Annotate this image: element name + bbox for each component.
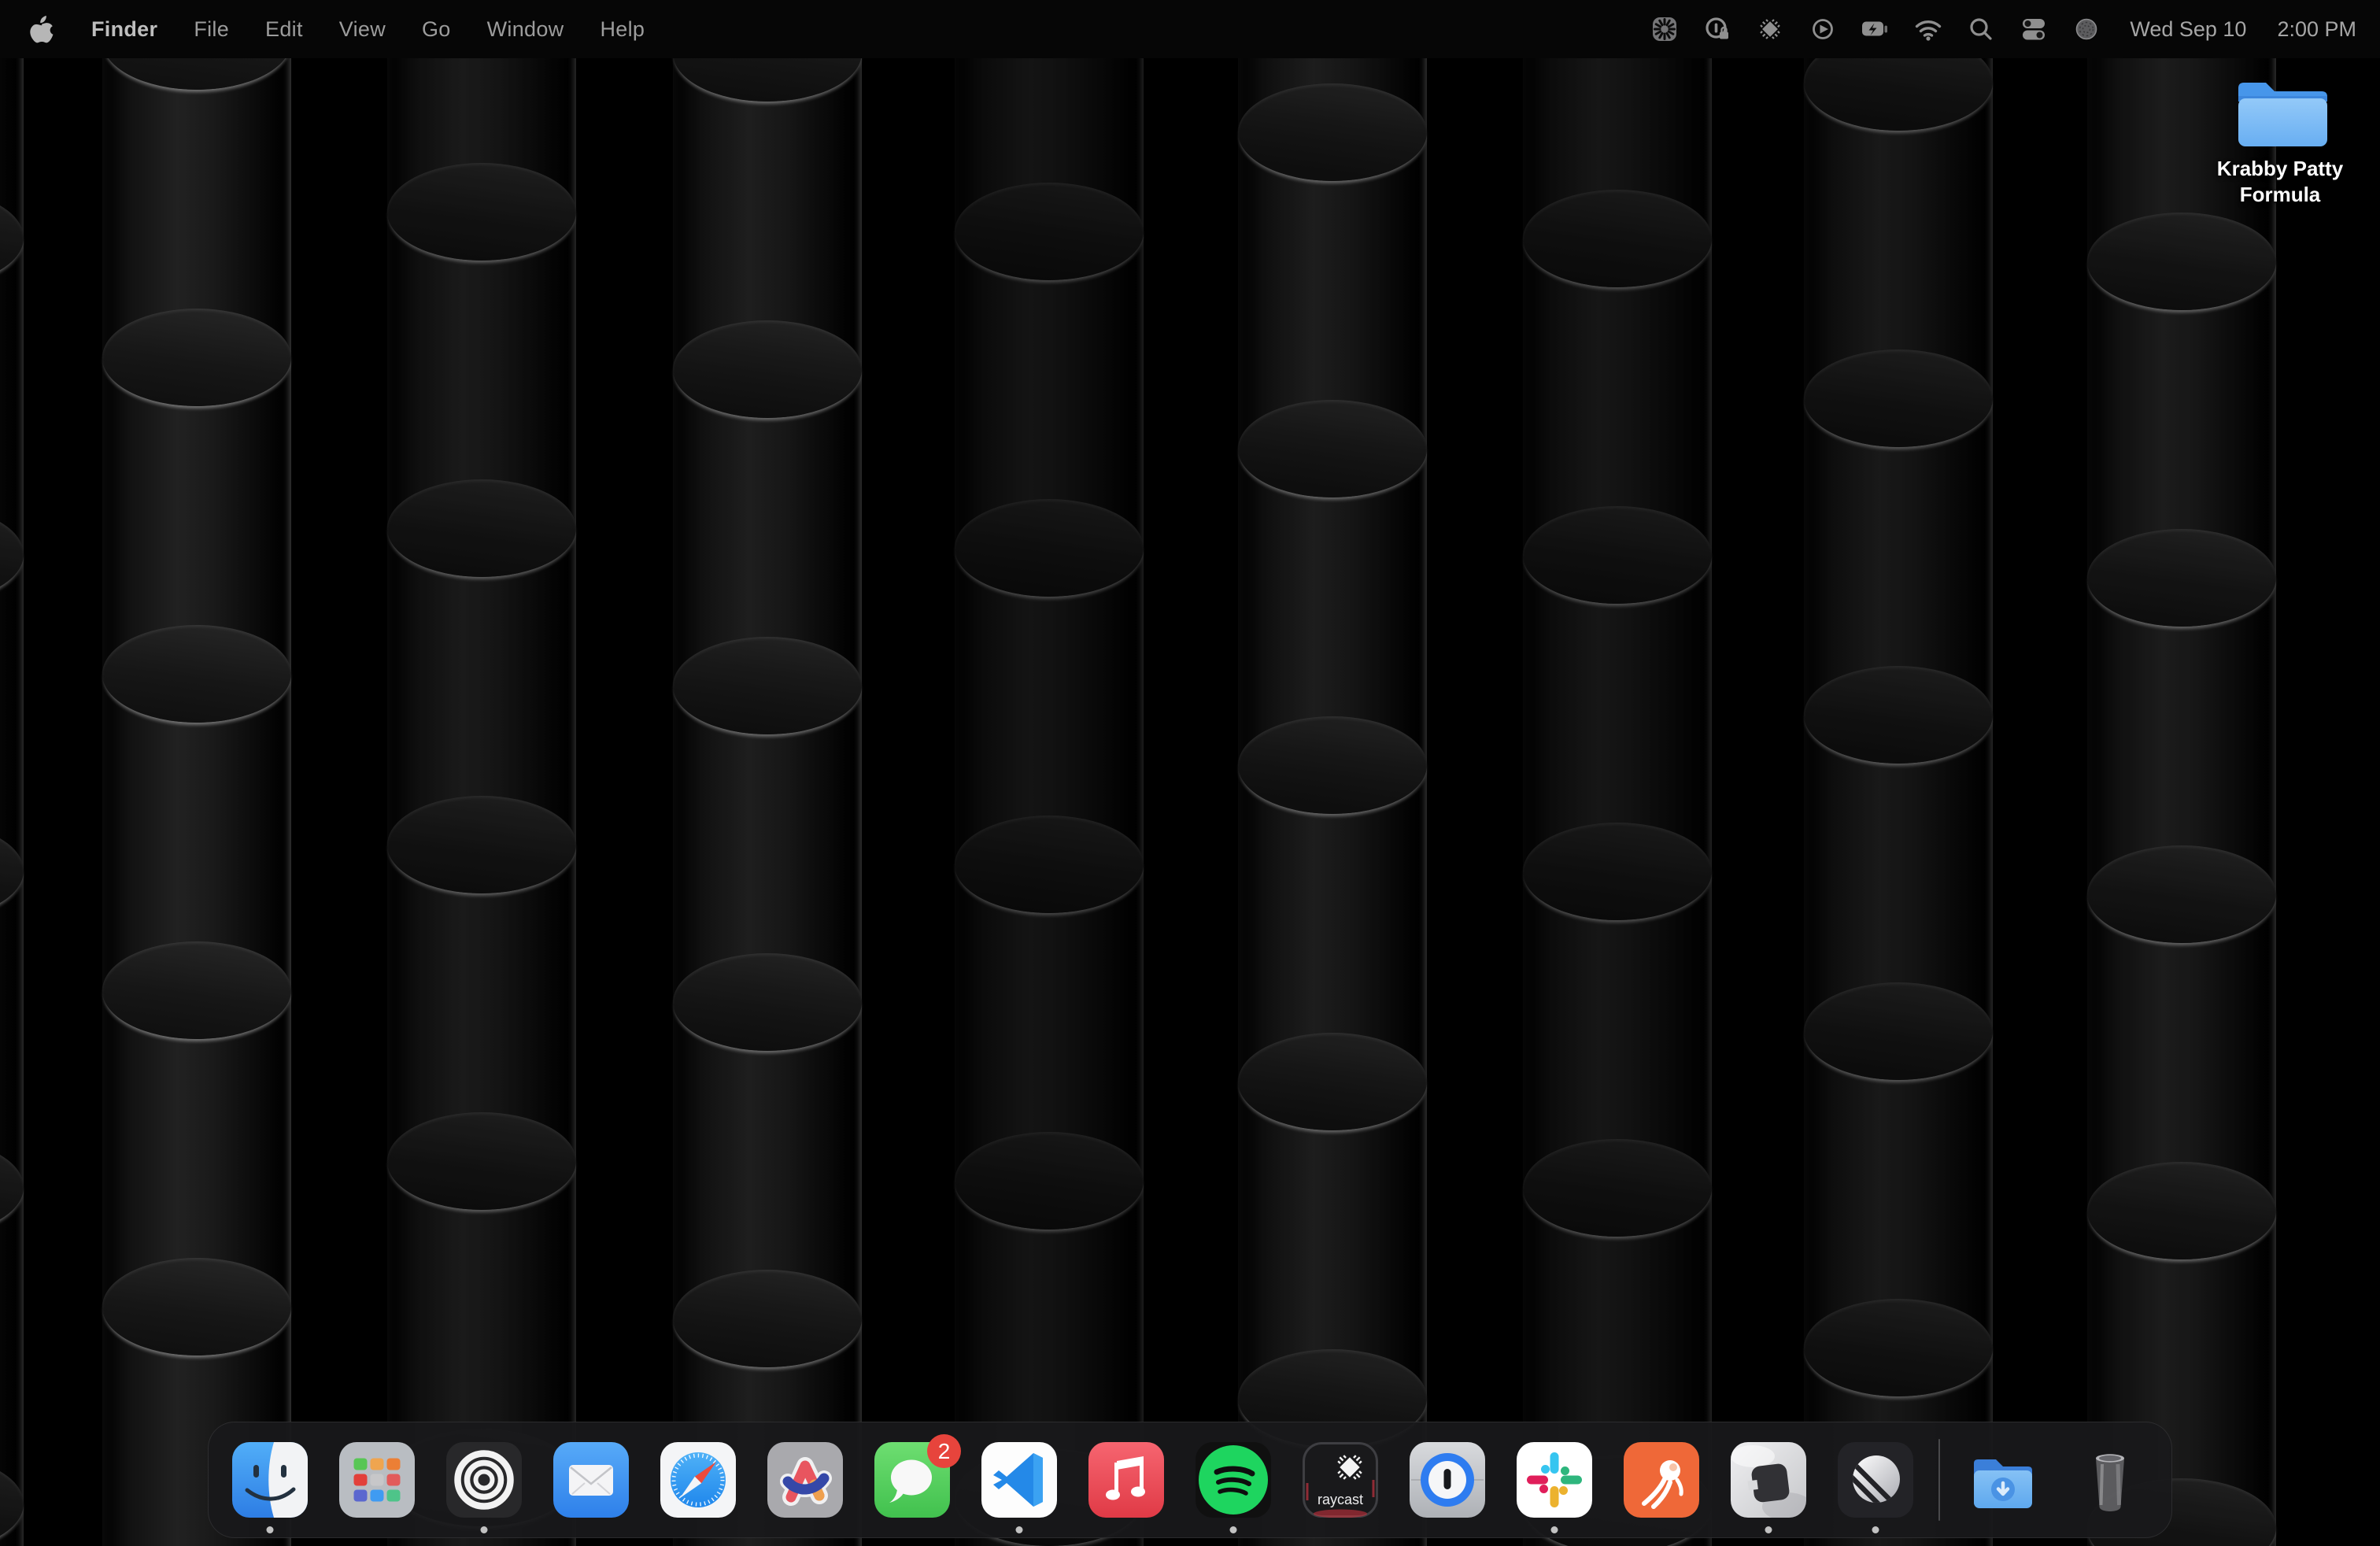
running-indicator xyxy=(1230,1526,1237,1533)
battery-menu-icon[interactable] xyxy=(1860,13,1891,45)
apple-menu[interactable] xyxy=(28,14,55,44)
spotify-icon xyxy=(1196,1442,1271,1518)
arc-browser-icon xyxy=(767,1442,843,1518)
dock-app-messages[interactable]: 2 xyxy=(874,1442,950,1518)
postman-icon xyxy=(1624,1442,1699,1518)
apple-logo-icon xyxy=(28,14,55,44)
apple-music-icon xyxy=(1088,1442,1164,1518)
wallpaper xyxy=(0,0,2380,1546)
running-indicator xyxy=(1765,1526,1772,1533)
menu-file[interactable]: File xyxy=(194,17,229,42)
screen-studio-icon xyxy=(1731,1442,1806,1518)
dock-app-linear[interactable] xyxy=(1838,1442,1913,1518)
wallpaper-column xyxy=(0,0,24,1546)
dock-app-vscode[interactable] xyxy=(981,1442,1057,1518)
wallpaper-column xyxy=(1804,0,1993,1546)
messages-badge: 2 xyxy=(927,1434,961,1468)
wallpaper-column xyxy=(2087,0,2276,1546)
running-indicator xyxy=(267,1526,274,1533)
now-playing-menu-icon[interactable] xyxy=(1807,13,1839,45)
wallpaper-column xyxy=(1238,0,1427,1546)
raycast-icon: raycast xyxy=(1303,1442,1378,1518)
dock: 2 xyxy=(208,1422,2172,1538)
linear-icon xyxy=(1838,1442,1913,1518)
running-indicator xyxy=(1551,1526,1558,1533)
dock-app-launchpad[interactable] xyxy=(339,1442,415,1518)
concentric-rings-icon xyxy=(446,1442,522,1518)
textured-sphere-menu-icon[interactable] xyxy=(2071,13,2102,45)
dock-app-finder[interactable] xyxy=(232,1442,308,1518)
vscode-icon xyxy=(981,1442,1057,1518)
menu-window[interactable]: Window xyxy=(487,17,564,42)
spotlight-search-menu-icon[interactable] xyxy=(1965,13,1997,45)
slack-icon xyxy=(1517,1442,1592,1518)
running-indicator xyxy=(1016,1526,1023,1533)
menu-bar: Finder File Edit View Go Window Help xyxy=(0,0,2380,58)
launchpad-icon xyxy=(339,1442,415,1518)
menu-bar-left: Finder File Edit View Go Window Help xyxy=(28,14,645,44)
dock-trash[interactable] xyxy=(2072,1442,2148,1518)
raycast-label: raycast xyxy=(1318,1492,1363,1507)
downloads-folder-icon xyxy=(1965,1442,2041,1518)
dock-app-apple-music[interactable] xyxy=(1088,1442,1164,1518)
folder-icon xyxy=(2230,74,2330,151)
menu-finder[interactable]: Finder xyxy=(91,17,157,42)
dock-app-postman[interactable] xyxy=(1624,1442,1699,1518)
wallpaper-column xyxy=(673,0,862,1546)
dock-folder-downloads[interactable] xyxy=(1965,1442,2041,1518)
dock-app-safari[interactable] xyxy=(660,1442,736,1518)
sunburst-menu-icon[interactable] xyxy=(1649,13,1680,45)
macos-desktop: Finder File Edit View Go Window Help xyxy=(0,0,2380,1546)
dock-app-concentric-rings[interactable] xyxy=(446,1442,522,1518)
dock-app-mail[interactable] xyxy=(553,1442,629,1518)
menu-help[interactable]: Help xyxy=(600,17,645,42)
running-indicator xyxy=(1872,1526,1879,1533)
dock-app-spotify[interactable] xyxy=(1196,1442,1271,1518)
dock-app-slack[interactable] xyxy=(1517,1442,1592,1518)
dock-app-screen-studio[interactable] xyxy=(1731,1442,1806,1518)
desktop-folder-label: Krabby Patty Formula xyxy=(2201,156,2359,208)
menu-edit[interactable]: Edit xyxy=(265,17,303,42)
dock-app-arc-browser[interactable] xyxy=(767,1442,843,1518)
wifi-menu-icon[interactable] xyxy=(1913,13,1944,45)
dock-app-1password[interactable] xyxy=(1410,1442,1485,1518)
menu-bar-status-area: Wed Sep 10 2:00 PM xyxy=(1649,13,2356,45)
menu-bar-clock[interactable]: 2:00 PM xyxy=(2277,17,2356,42)
menu-view[interactable]: View xyxy=(339,17,386,42)
dock-divider xyxy=(1938,1439,1940,1521)
trash-icon xyxy=(2072,1442,2148,1518)
1password-icon xyxy=(1410,1442,1485,1518)
wallpaper-column xyxy=(955,0,1144,1546)
mail-icon xyxy=(553,1442,629,1518)
menu-go[interactable]: Go xyxy=(422,17,451,42)
raycast-menu-icon[interactable] xyxy=(1754,13,1786,45)
desktop-folder-krabby-patty-formula[interactable]: Krabby Patty Formula xyxy=(2201,74,2359,208)
safari-icon xyxy=(660,1442,736,1518)
finder-icon xyxy=(232,1442,308,1518)
dock-app-raycast[interactable]: raycast xyxy=(1303,1442,1378,1518)
onepassword-menu-icon[interactable] xyxy=(1702,13,1733,45)
running-indicator xyxy=(481,1526,488,1533)
menu-bar-date[interactable]: Wed Sep 10 xyxy=(2130,17,2246,42)
wallpaper-column xyxy=(387,0,576,1546)
wallpaper-column xyxy=(1523,0,1712,1546)
control-center-menu-icon[interactable] xyxy=(2018,13,2049,45)
wallpaper-column xyxy=(102,0,291,1546)
